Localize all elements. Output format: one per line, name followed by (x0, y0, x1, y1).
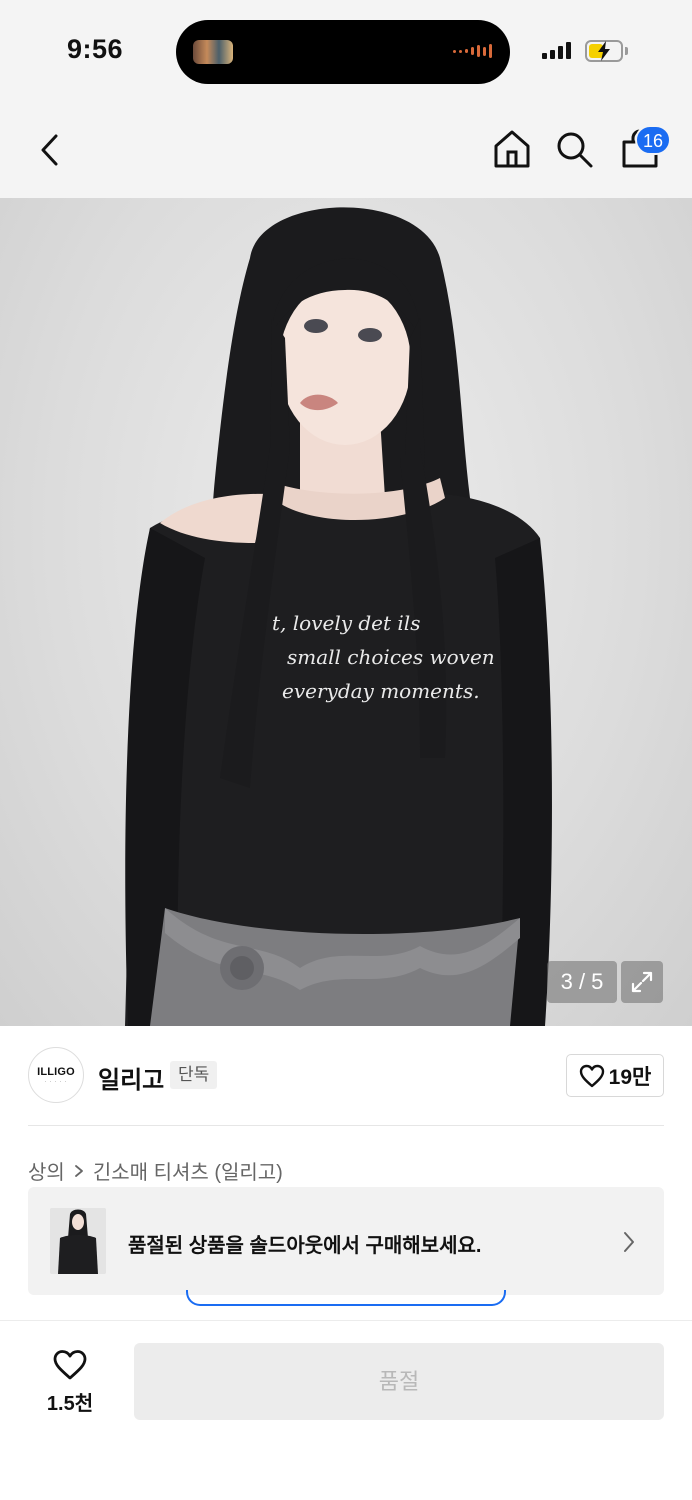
dynamic-island[interactable] (176, 20, 510, 84)
heart-icon (579, 1064, 604, 1087)
product-photo: t, lovely det ils small choices woven ev… (125, 207, 552, 1026)
expand-icon (631, 971, 653, 993)
top-nav-bar: 16 (0, 100, 692, 198)
brand-row: ILLIGO · · · · · 일리고 단독 19만 (0, 1026, 692, 1126)
brand-name[interactable]: 일리고 (98, 1060, 164, 1095)
brand-like-count: 19만 (608, 1065, 652, 1089)
wishlist-count: 1.5천 (46, 1393, 94, 1415)
soldout-market-banner[interactable]: 품절된 상품을 솔드아웃에서 구매해보세요. (28, 1187, 664, 1295)
brand-logo-text: ILLIGO (37, 1065, 75, 1078)
wishlist-button[interactable]: 1.5천 (40, 1349, 100, 1416)
floating-button-peek (186, 1290, 506, 1306)
bolt-icon (598, 41, 610, 61)
now-playing-thumbnail (193, 40, 233, 64)
back-icon[interactable] (36, 130, 66, 170)
shirt-print-line: small choices woven (287, 645, 495, 669)
signal-icon (542, 42, 571, 59)
chevron-right-icon (624, 1232, 634, 1252)
product-thumbnail (50, 1208, 106, 1274)
soldout-purchase-button[interactable]: 품절 (134, 1343, 664, 1420)
breadcrumb-item[interactable]: 긴소매 티셔츠 (일리고) (93, 1156, 283, 1185)
soldout-banner-text: 품절된 상품을 솔드아웃에서 구매해보세요. (128, 1235, 482, 1257)
brand-like-button[interactable]: 19만 (566, 1054, 664, 1097)
audio-waveform-icon (453, 44, 492, 58)
product-image-gallery[interactable]: t, lovely det ils small choices woven ev… (0, 198, 692, 1026)
breadcrumb: 상의 긴소매 티셔츠 (일리고) (28, 1156, 283, 1185)
shirt-print-line: everyday moments. (282, 679, 480, 703)
battery-cap (625, 47, 628, 55)
home-icon[interactable] (492, 128, 532, 170)
bottom-action-bar: 1.5천 품절 (0, 1320, 692, 1500)
brand-logo[interactable]: ILLIGO · · · · · (28, 1047, 84, 1103)
expand-image-button[interactable] (621, 961, 663, 1003)
status-time: 9:56 (67, 34, 124, 64)
cart-count-badge: 16 (635, 125, 671, 155)
status-bar: 9:56 (0, 0, 692, 100)
brand-logo-subtext: · · · · · (44, 1078, 68, 1085)
chevron-right-icon (74, 1164, 83, 1177)
battery-charging-icon (585, 40, 623, 62)
exclusive-badge: 단독 (170, 1061, 218, 1089)
heart-icon (53, 1350, 87, 1380)
breadcrumb-item[interactable]: 상의 (28, 1156, 65, 1185)
search-icon[interactable] (555, 130, 595, 170)
divider (28, 1125, 664, 1126)
shirt-print-line: t, lovely det ils (272, 611, 420, 635)
image-page-counter: 3 / 5 (547, 961, 617, 1003)
